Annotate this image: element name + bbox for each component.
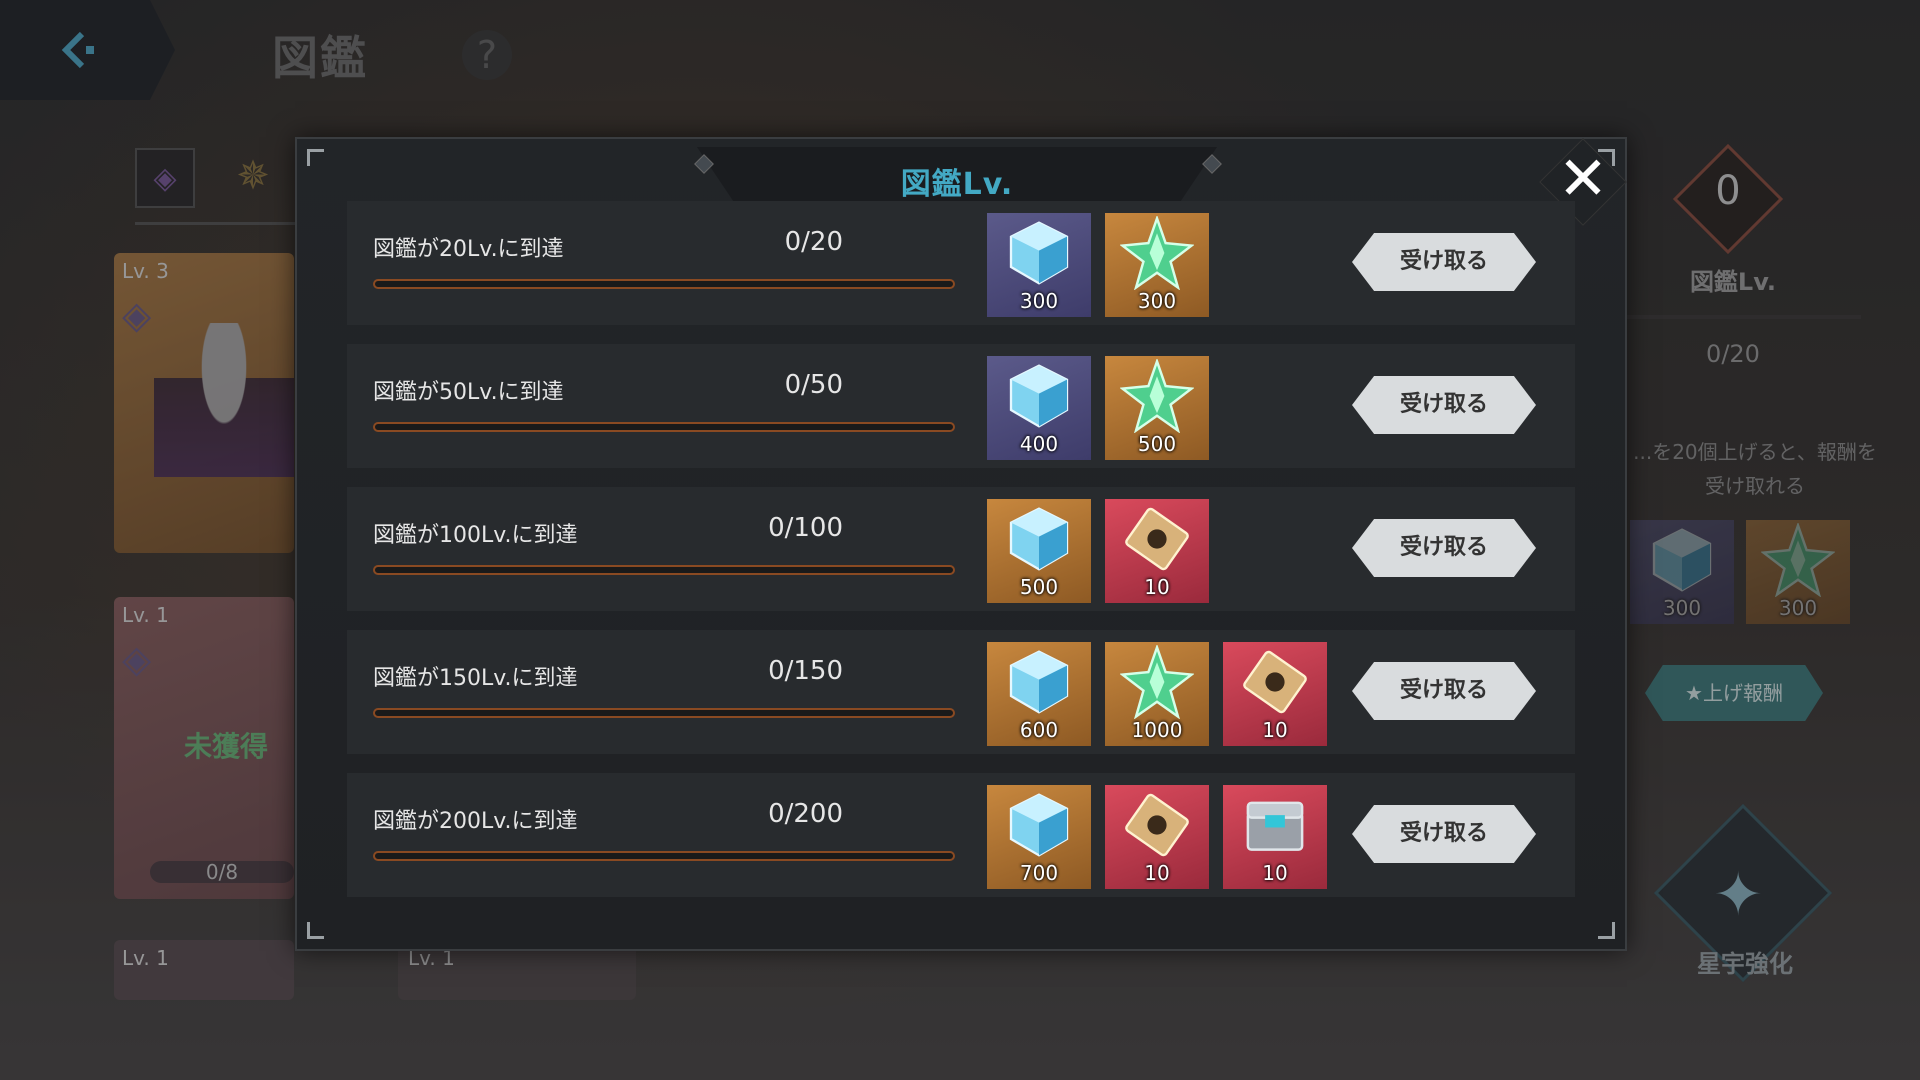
reward-quantity: 500	[1137, 432, 1177, 456]
reward-items: 400 500	[987, 356, 1209, 460]
reward-item-star-gem[interactable]: 500	[1105, 356, 1209, 460]
milestone-label: 図鑑が50Lv.に到達	[373, 380, 564, 405]
reward-item-crystal[interactable]: 700	[987, 785, 1091, 889]
star-gem-icon	[1105, 642, 1209, 722]
chest-icon	[1223, 785, 1327, 865]
claim-button[interactable]: 受け取る	[1352, 662, 1536, 720]
milestone-progress: 0/100	[768, 513, 843, 543]
reward-quantity: 10	[1144, 575, 1170, 599]
claim-button[interactable]: 受け取る	[1352, 805, 1536, 863]
milestone-label: 図鑑が150Lv.に到達	[373, 666, 578, 691]
crystal-icon	[987, 213, 1091, 293]
crystal-icon	[987, 785, 1091, 865]
ticket-icon	[1105, 499, 1209, 579]
reward-items: 500 10	[987, 499, 1209, 603]
reward-item-ticket[interactable]: 10	[1105, 499, 1209, 603]
reward-quantity: 700	[1019, 861, 1059, 885]
reward-quantity: 1000	[1131, 718, 1183, 742]
reward-item-crystal[interactable]: 300	[987, 213, 1091, 317]
ticket-icon	[1223, 642, 1327, 722]
crystal-icon	[987, 642, 1091, 722]
reward-quantity: 300	[1019, 289, 1059, 313]
ticket-icon	[1105, 785, 1209, 865]
progress-bar	[373, 279, 955, 289]
reward-item-ticket[interactable]: 10	[1105, 785, 1209, 889]
reward-quantity: 600	[1019, 718, 1059, 742]
milestone-progress: 0/20	[784, 227, 843, 257]
reward-item-crystal[interactable]: 600	[987, 642, 1091, 746]
progress-bar	[373, 708, 955, 718]
reward-items: 600 1000 10	[987, 642, 1327, 746]
star-gem-icon	[1105, 356, 1209, 436]
milestone-progress: 0/200	[768, 799, 843, 829]
progress-bar	[373, 565, 955, 575]
reward-quantity: 10	[1262, 861, 1288, 885]
frame-corner	[307, 922, 324, 939]
reward-item-crystal[interactable]: 500	[987, 499, 1091, 603]
reward-quantity: 400	[1019, 432, 1059, 456]
milestone-label: 図鑑が20Lv.に到達	[373, 237, 564, 262]
reward-item-crystal[interactable]: 400	[987, 356, 1091, 460]
reward-row: 図鑑が100Lv.に到達 0/100 500 10 受け取る	[347, 487, 1575, 611]
reward-quantity: 300	[1137, 289, 1177, 313]
reward-item-ticket[interactable]: 10	[1223, 642, 1327, 746]
frame-corner	[1598, 922, 1615, 939]
claim-button[interactable]: 受け取る	[1352, 233, 1536, 291]
reward-item-star-gem[interactable]: 1000	[1105, 642, 1209, 746]
reward-row: 図鑑が150Lv.に到達 0/150 600 1000 10 受け取る	[347, 630, 1575, 754]
reward-quantity: 10	[1144, 861, 1170, 885]
milestone-label: 図鑑が200Lv.に到達	[373, 809, 578, 834]
reward-row: 図鑑が200Lv.に到達 0/200 700 10 10 受け取る	[347, 773, 1575, 897]
milestone-progress: 0/150	[768, 656, 843, 686]
reward-quantity: 10	[1262, 718, 1288, 742]
milestone-label: 図鑑が100Lv.に到達	[373, 523, 578, 548]
reward-items: 300 300	[987, 213, 1209, 317]
progress-bar	[373, 851, 955, 861]
level-reward-modal: 図鑑Lv. ✕ 図鑑が20Lv.に到達 0/20 300 300 受け取る 図鑑が50Lv…	[295, 137, 1627, 951]
modal-title: 図鑑Lv.	[900, 167, 1014, 202]
frame-corner	[307, 149, 324, 166]
reward-item-star-gem[interactable]: 300	[1105, 213, 1209, 317]
crystal-icon	[987, 356, 1091, 436]
reward-items: 700 10 10	[987, 785, 1327, 889]
reward-row: 図鑑が20Lv.に到達 0/20 300 300 受け取る	[347, 201, 1575, 325]
reward-item-chest[interactable]: 10	[1223, 785, 1327, 889]
crystal-icon	[987, 499, 1091, 579]
star-gem-icon	[1105, 213, 1209, 293]
progress-bar	[373, 422, 955, 432]
claim-button[interactable]: 受け取る	[1352, 519, 1536, 577]
reward-row: 図鑑が50Lv.に到達 0/50 400 500 受け取る	[347, 344, 1575, 468]
milestone-progress: 0/50	[784, 370, 843, 400]
claim-button[interactable]: 受け取る	[1352, 376, 1536, 434]
reward-quantity: 500	[1019, 575, 1059, 599]
